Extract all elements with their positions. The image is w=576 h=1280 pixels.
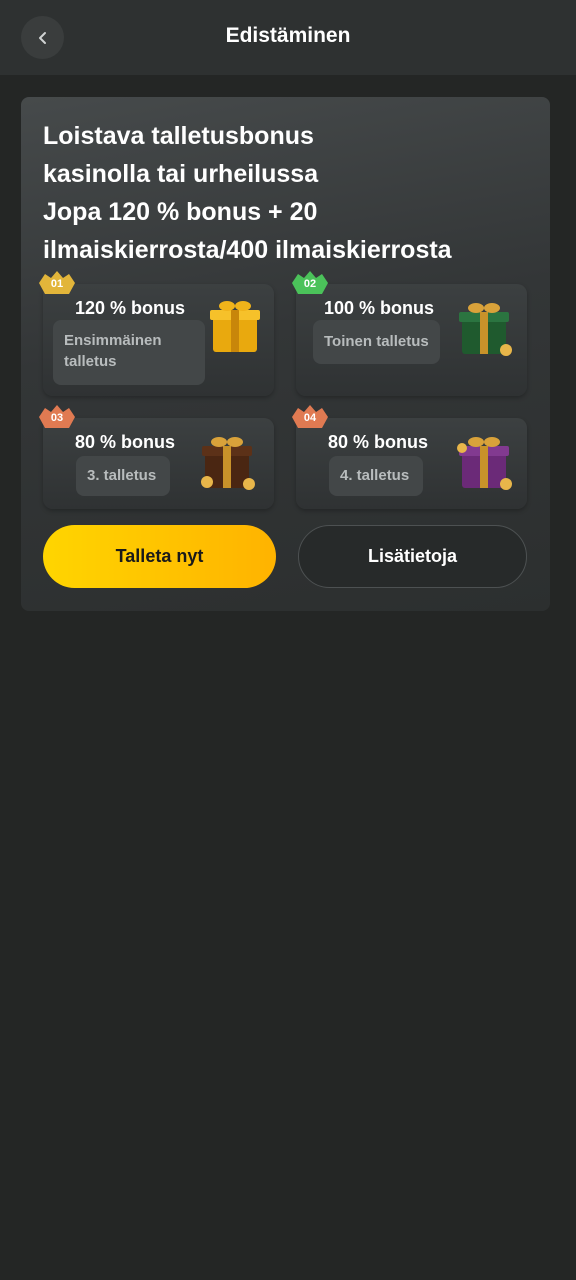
svg-text:01: 01 [51,278,63,290]
top-bar: Edistäminen [0,0,576,75]
svg-text:02: 02 [304,278,316,290]
promo-card: Loistava talletusbonus kasinolla tai urh… [21,97,550,611]
svg-text:03: 03 [51,412,63,424]
gold-gift-icon [210,301,260,352]
green-gift-icon [459,303,512,356]
bonus-tile-second-deposit[interactable]: 100 % bonus Toinen talletus [296,284,527,396]
deposit-now-button[interactable]: Talleta nyt [43,525,276,588]
deposit-label: 4. talletus [329,456,423,496]
bonus-tile-fourth-deposit[interactable]: 80 % bonus 4. talletus [296,418,527,509]
bonus-amount: 100 % bonus [324,298,435,318]
bonus-amount: 80 % bonus [75,432,176,452]
svg-text:04: 04 [304,412,317,424]
badge-01-icon: 01 [39,271,75,294]
badge-02-icon: 02 [292,271,328,294]
headline-line: kasinolla tai urheilussa [43,160,319,188]
badge-03-icon: 03 [39,405,75,428]
headline-line: Jopa 120 % bonus + 20 [43,198,318,226]
deposit-label: Ensimmäinen talletus [53,320,205,385]
headline-line: Loistava talletusbonus [43,122,314,150]
purple-gift-icon [457,437,512,490]
more-info-button[interactable]: Lisätietoja [298,525,527,588]
bonus-tile-third-deposit[interactable]: 80 % bonus 3. talletus [43,418,274,509]
headline-line: ilmaiskierrosta/400 ilmaiskierrosta [43,236,452,264]
deposit-label: Toinen talletus [313,320,440,364]
bonus-amount: 120 % bonus [75,298,186,318]
bonus-tile-first-deposit[interactable]: 120 % bonus Ensimmäinen talletus [43,284,274,396]
badge-04-icon: 04 [292,405,328,428]
brown-gift-icon [201,437,255,490]
page-title: Edistäminen [225,24,351,47]
deposit-label: 3. talletus [76,456,170,496]
promo-headline: Loistava talletusbonus kasinolla tai urh… [43,117,543,269]
bonus-amount: 80 % bonus [328,432,429,452]
